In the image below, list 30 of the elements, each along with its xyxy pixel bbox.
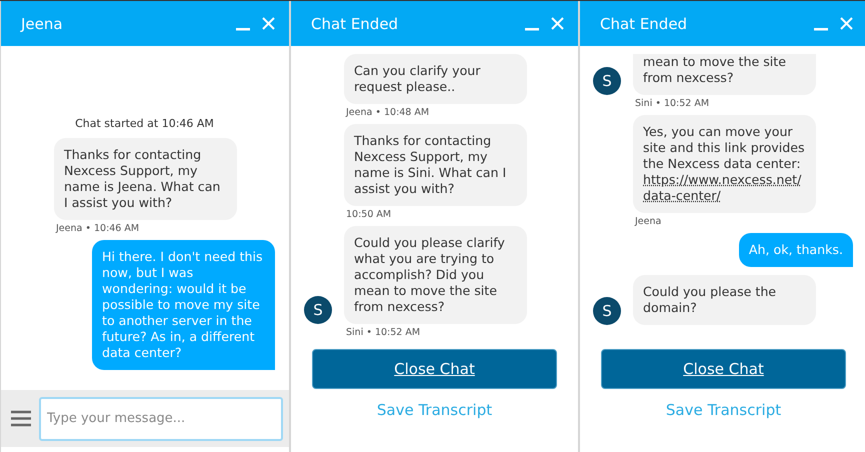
close-chat-button[interactable]: Close Chat: [312, 349, 557, 389]
message-meta: Jeena • 10:48 AM: [346, 107, 430, 118]
message-meta: Jeena • 10:46 AM: [56, 223, 140, 234]
message-meta: Sini • 10:52 AM: [346, 327, 422, 338]
message-link[interactable]: https://www.nexcess.net/data-center/: [643, 172, 806, 204]
message-meta: 10:50 AM: [346, 209, 392, 220]
message-input[interactable]: Type your message...: [39, 396, 283, 440]
menu-icon[interactable]: [11, 410, 31, 427]
agent-message: Could you please clarify what you are trying to accomplish? Did you mean to move the site from nexcess?: [344, 226, 527, 324]
message-meta: Jeena: [635, 216, 662, 227]
agent-message: Can you clarify your request please..: [344, 54, 527, 104]
agent-message: Thanks for contacting Nexcess Support, my name is Sini. What can I assist you with?: [344, 124, 527, 206]
avatar: S: [304, 296, 332, 324]
window-title: Jeena: [21, 14, 64, 32]
user-message: Hi there. I don't need this now, but I was wondering: would it be possible to move my site to another server in the future? As in, a different data center?: [92, 240, 275, 370]
agent-message: mean to move the site from nexcess?: [633, 54, 816, 95]
close-icon[interactable]: [840, 17, 853, 30]
message-meta: Sini • 10:52 AM: [635, 98, 710, 109]
message-text: Yes, you can move your site and this link provides the Nexcess data center:: [643, 124, 805, 171]
chat-started-notice: Chat started at 10:46 AM: [75, 117, 214, 130]
close-icon[interactable]: [262, 17, 275, 30]
window-title: Chat Ended: [600, 14, 688, 32]
agent-message: Thanks for contacting Nexcess Support, my name is Jeena. What can I assist you with?: [54, 138, 237, 220]
agent-message: Could you please the domain?: [633, 275, 816, 325]
close-chat-button[interactable]: Close Chat: [601, 349, 846, 389]
window-title: Chat Ended: [311, 14, 400, 32]
close-icon[interactable]: [551, 17, 564, 30]
avatar: S: [593, 67, 621, 95]
user-message: Ah, ok, thanks.: [738, 233, 853, 267]
avatar: S: [593, 297, 621, 325]
